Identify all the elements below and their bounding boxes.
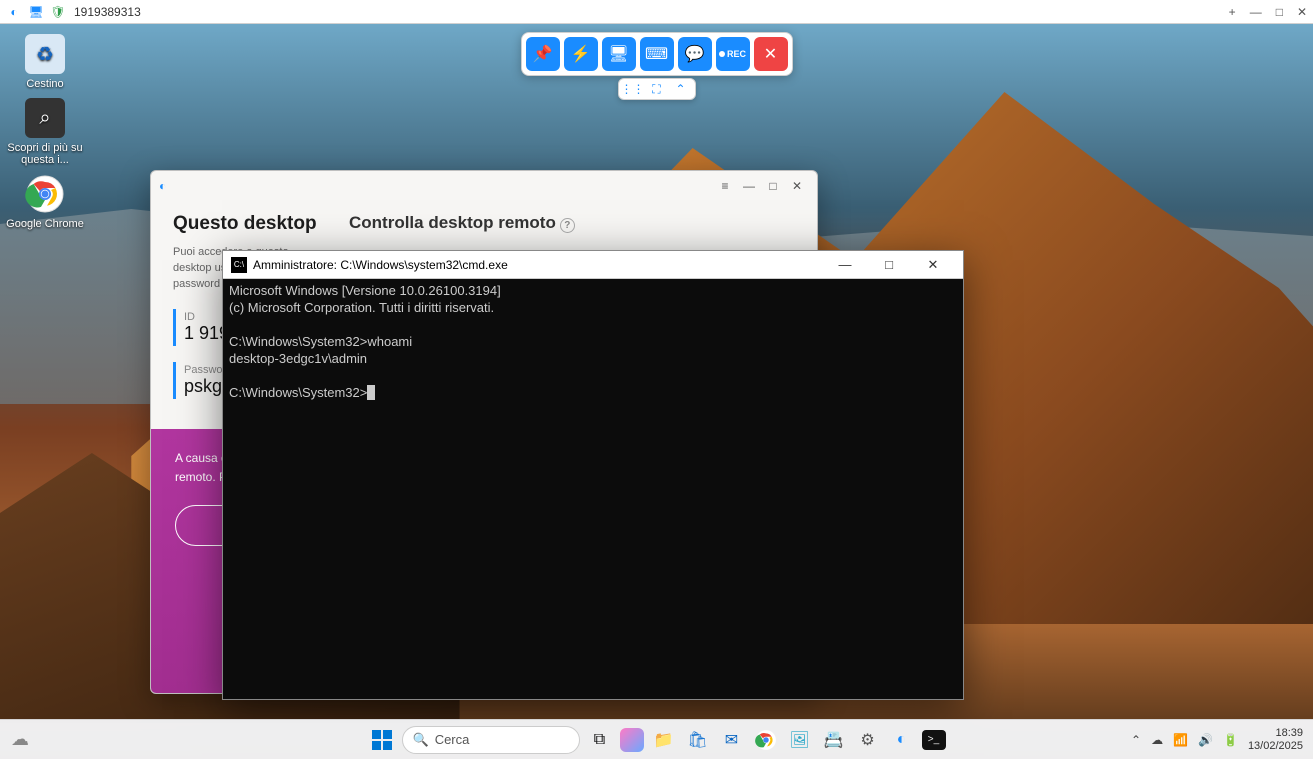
explorer-icon[interactable]: 📁 — [650, 726, 678, 754]
shield-tab-icon[interactable]: 🛡 — [50, 4, 66, 20]
help-icon[interactable]: ? — [560, 218, 575, 233]
cmd-minimize-button[interactable]: — — [823, 257, 867, 272]
system-tray: ⌃ ☁ 📶 🔊 🔋 18:39 13/02/2025 — [1121, 727, 1313, 752]
remote-toolbar-sub: ⋮⋮ ⛶ ⌃ — [618, 78, 696, 100]
copilot-icon[interactable] — [620, 728, 644, 752]
rustdesk-close-button[interactable]: ✕ — [785, 179, 809, 193]
toolbar-chat-button[interactable]: 💬 — [678, 37, 712, 71]
cmd-close-button[interactable]: ✕ — [911, 257, 955, 273]
learn-more-label: Scopri di più su questa i... — [6, 142, 84, 166]
cmd-icon: C:\ — [231, 257, 247, 273]
rustdesk-left-heading: Questo desktop — [173, 213, 323, 235]
cmd-title-text: Amministratore: C:\Windows\system32\cmd.… — [253, 258, 508, 272]
taskbar-weather-widget[interactable]: ☁ — [0, 720, 40, 759]
tray-chevron-icon[interactable]: ⌃ — [1131, 733, 1141, 747]
cmd-window: C:\ Amministratore: C:\Windows\system32\… — [222, 250, 964, 700]
cmd-output[interactable]: Microsoft Windows [Versione 10.0.26100.3… — [223, 279, 963, 699]
toolbar-fullscreen-icon[interactable]: ⛶ — [649, 81, 665, 97]
toolbar-display-button[interactable]: 🖥 — [602, 37, 636, 71]
tray-clock[interactable]: 18:39 13/02/2025 — [1248, 727, 1303, 752]
toolbar-record-button[interactable] — [716, 37, 750, 71]
viewer-new-tab[interactable]: + — [1229, 5, 1236, 19]
rustdesk-titlebar[interactable]: ◐ ≡ — □ ✕ — [151, 171, 817, 201]
cmd-taskbar-icon[interactable]: >_ — [922, 730, 946, 750]
remote-toolbar: 📌 ⚡ 🖥 ⌨ 💬 ✕ — [521, 32, 793, 76]
calculator-icon[interactable]: 📇 — [820, 726, 848, 754]
tray-wifi-icon[interactable]: 📶 — [1173, 733, 1188, 747]
chrome-label: Google Chrome — [6, 218, 84, 230]
learn-more-icon[interactable]: ⌕ Scopri di più su questa i... — [6, 94, 84, 170]
search-icon: 🔍 — [413, 732, 429, 748]
rustdesk-maximize-button[interactable]: □ — [761, 179, 785, 193]
toolbar-keyboard-button[interactable]: ⌨ — [640, 37, 674, 71]
rustdesk-menu-button[interactable]: ≡ — [713, 179, 737, 193]
monitor-tab-icon[interactable]: 🖥 — [28, 4, 44, 20]
viewer-minimize[interactable]: — — [1250, 5, 1262, 19]
toolbar-grid-icon[interactable]: ⋮⋮ — [625, 81, 641, 97]
tray-battery-icon[interactable]: 🔋 — [1223, 733, 1238, 747]
session-id-label: 1919389313 — [74, 5, 141, 19]
viewer-close[interactable]: ✕ — [1297, 5, 1307, 19]
taskbar-search[interactable]: 🔍 Cerca — [402, 726, 580, 754]
tray-time: 18:39 — [1248, 727, 1303, 740]
recycle-bin-icon[interactable]: ♻ Cestino — [6, 30, 84, 94]
outlook-icon[interactable]: ✉ — [718, 726, 746, 754]
rustdesk-taskbar-icon[interactable]: ◐ — [888, 726, 916, 754]
start-button[interactable] — [368, 726, 396, 754]
recycle-bin-label: Cestino — [6, 78, 84, 90]
store-icon[interactable]: 🛍 — [684, 726, 712, 754]
rustdesk-right-heading: Controlla desktop remoto? — [349, 213, 795, 233]
toolbar-pin-button[interactable]: 📌 — [526, 37, 560, 71]
rustdesk-tab-icon[interactable]: ◐ — [6, 4, 22, 20]
cmd-maximize-button[interactable]: □ — [867, 257, 911, 272]
rustdesk-minimize-button[interactable]: — — [737, 179, 761, 193]
toolbar-close-button[interactable]: ✕ — [754, 37, 788, 71]
settings-icon[interactable]: ⚙ — [854, 726, 882, 754]
remote-screen: ♻ Cestino ⌕ Scopri di più su questa i...… — [0, 24, 1313, 759]
rustdesk-logo-icon: ◐ — [159, 179, 166, 193]
tray-volume-icon[interactable]: 🔊 — [1198, 733, 1213, 747]
toolbar-actions-button[interactable]: ⚡ — [564, 37, 598, 71]
chrome-taskbar-icon[interactable] — [752, 726, 780, 754]
viewer-titlebar: ◐ 🖥 🛡 1919389313 + — □ ✕ — [0, 0, 1313, 24]
tray-onedrive-icon[interactable]: ☁ — [1151, 733, 1163, 747]
desktop-icons: ♻ Cestino ⌕ Scopri di più su questa i...… — [6, 30, 96, 234]
viewer-maximize[interactable]: □ — [1276, 5, 1283, 19]
task-view-icon[interactable]: ⧉ — [586, 726, 614, 754]
tray-date: 13/02/2025 — [1248, 740, 1303, 753]
toolbar-collapse-icon[interactable]: ⌃ — [673, 81, 689, 97]
chrome-icon[interactable]: Google Chrome — [6, 170, 84, 234]
taskbar: ☁ 🔍 Cerca ⧉ 📁 🛍 ✉ 🖼 📇 ⚙ ◐ >_ ⌃ ☁ 📶 — [0, 719, 1313, 759]
photos-icon[interactable]: 🖼 — [786, 726, 814, 754]
cmd-titlebar[interactable]: C:\ Amministratore: C:\Windows\system32\… — [223, 251, 963, 279]
search-placeholder: Cerca — [435, 732, 470, 747]
